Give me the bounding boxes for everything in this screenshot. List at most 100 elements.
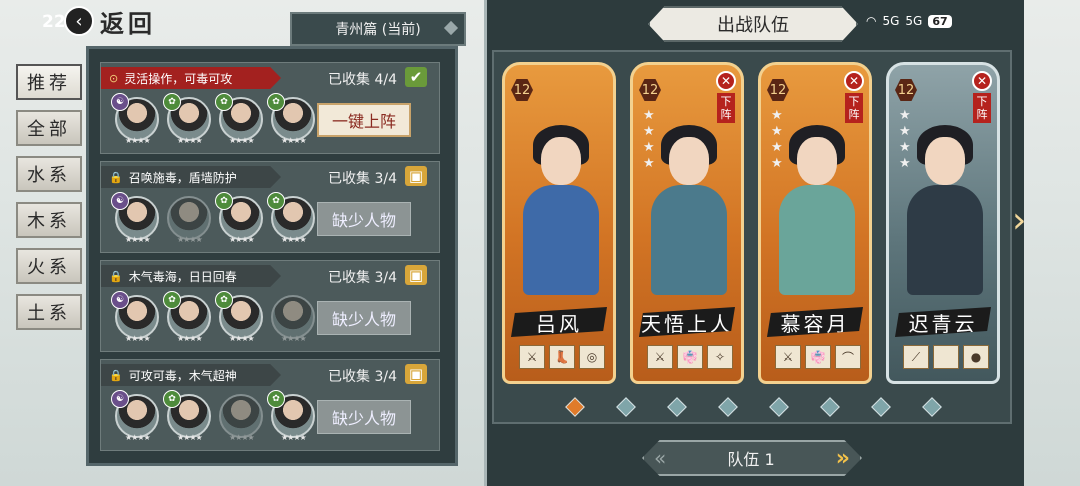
equipment-slot[interactable]: ●	[963, 345, 989, 369]
character-avatar[interactable]: ☯ ★★★★	[111, 291, 159, 343]
character-portrait	[643, 125, 735, 295]
combo-tag-text: 灵活操作，可毒可攻	[124, 71, 233, 86]
character-avatar[interactable]: ✿ ★★★★	[215, 93, 263, 145]
character-portrait	[515, 125, 607, 295]
avatar-stars: ★★★★	[177, 136, 203, 145]
tab-wood[interactable]: 木系	[16, 202, 82, 238]
tab-recommended[interactable]: 推荐	[16, 64, 82, 100]
missing-character-button[interactable]: 缺少人物	[317, 202, 411, 236]
avatar-stars: ★★★★	[229, 433, 255, 442]
signal-icon: 5G	[882, 14, 900, 28]
combo-tag-text: 召唤施毒，盾墙防护	[128, 170, 237, 185]
tab-label: 水系	[27, 165, 71, 186]
chapter-selector[interactable]: 青州篇 (当前)	[290, 12, 466, 46]
portrait-body	[651, 185, 727, 295]
missing-character-button[interactable]: 缺少人物	[317, 301, 411, 335]
next-team-icon[interactable]: »	[836, 446, 850, 471]
equipment-slot[interactable]: 👢	[549, 345, 575, 369]
character-avatar[interactable]: ✿ ★★★★	[215, 291, 263, 343]
collected-count: 已收集 4/4	[328, 72, 397, 88]
remove-member-button[interactable]: ✕ 下阵	[971, 71, 993, 133]
close-icon: ✕	[844, 71, 864, 91]
character-avatar[interactable]: ☯ ★★★★	[111, 390, 159, 442]
check-icon: ✔	[405, 67, 427, 87]
combo-card[interactable]: 🔒 可攻可毒，木气超神 已收集 3/4 ▣ ☯ ★★★★ ✿ ★★★★ ★★★★ ✿ ★★★★ 缺少人…	[100, 359, 440, 451]
avatar-stars: ★★★★	[177, 334, 203, 343]
equipment-slot[interactable]: 👘	[677, 345, 703, 369]
deploy-all-button[interactable]: 一键上阵	[317, 103, 411, 137]
combo-tag: 🔒 召唤施毒，盾墙防护	[101, 166, 281, 188]
yinyang-icon: ☯	[111, 390, 129, 408]
character-avatar[interactable]: ✿ ★★★★	[163, 93, 211, 145]
team-member-card[interactable]: 12 ★ ★ ★ ★ ✕ 下阵 迟青云 ⟋ ●	[886, 62, 1000, 384]
back-button[interactable]: ‹ 返回	[64, 3, 164, 39]
diamond-icon	[443, 20, 459, 36]
combo-card[interactable]: 🔒 召唤施毒，盾墙防护 已收集 3/4 ▣ ☯ ★★★★ ★★★★ ✿ ★★★★ ✿ ★★★★ 缺少人…	[100, 161, 440, 253]
equipment-slot[interactable]: ⚔	[519, 345, 545, 369]
tab-earth[interactable]: 土系	[16, 294, 82, 330]
portrait-face	[669, 137, 709, 185]
yinyang-icon: ☯	[111, 291, 129, 309]
equipment-slot[interactable]: ⚔	[647, 345, 673, 369]
character-avatar[interactable]: ★★★★	[219, 394, 263, 442]
tab-water[interactable]: 水系	[16, 156, 82, 192]
avatar-stars: ★★★★	[125, 334, 151, 343]
close-icon: ✕	[716, 71, 736, 91]
equipment-slot[interactable]: ✧	[707, 345, 733, 369]
character-avatar[interactable]: ☯ ★★★★	[111, 192, 159, 244]
tab-all[interactable]: 全部	[16, 110, 82, 146]
lock-icon: 🔒	[109, 368, 123, 382]
avatar-stars: ★★★★	[229, 136, 255, 145]
chest-icon: ▣	[405, 364, 427, 384]
equipment-slot[interactable]	[933, 345, 959, 369]
team-switcher: « 队伍 1 »	[642, 440, 862, 476]
character-avatar[interactable]: ✿ ★★★★	[163, 291, 211, 343]
character-avatar[interactable]: ✿ ★★★★	[267, 93, 315, 145]
portrait-body	[779, 185, 855, 295]
star-icon: ★	[643, 108, 655, 123]
avatar-stars: ★★★★	[281, 334, 307, 343]
character-avatar[interactable]: ★★★★	[167, 196, 211, 244]
equipment-slot[interactable]: ◎	[579, 345, 605, 369]
character-avatar[interactable]: ✿ ★★★★	[163, 390, 211, 442]
leaf-icon: ✿	[163, 291, 181, 309]
next-page-arrow-icon[interactable]: ›	[1012, 200, 1026, 241]
equipment-slot[interactable]: ⚔	[775, 345, 801, 369]
portrait-body	[907, 185, 983, 295]
level-badge: 12	[511, 79, 533, 101]
team-member-card[interactable]: 12 吕风 ⚔ 👢 ◎	[502, 62, 616, 384]
character-avatar[interactable]: ✿ ★★★★	[267, 192, 315, 244]
avatar-stars: ★★★★	[281, 433, 307, 442]
chest-icon: ▣	[405, 166, 427, 186]
equipment-slot[interactable]: 👘	[805, 345, 831, 369]
team-name: 队伍 1	[727, 450, 775, 469]
combo-tag: 🔒 可攻可毒，木气超神	[101, 364, 281, 386]
character-name: 天悟上人	[639, 307, 735, 337]
team-member-card[interactable]: 12 ★ ★ ★ ★ ✕ 下阵 慕容月 ⚔ 👘 ⌒	[758, 62, 872, 384]
equipment-slots: ⚔ 👘 ✧	[647, 345, 733, 369]
remove-member-button[interactable]: ✕ 下阵	[715, 71, 737, 133]
team-member-card[interactable]: 12 ★ ★ ★ ★ ✕ 下阵 天悟上人 ⚔ 👘 ✧	[630, 62, 744, 384]
combo-card[interactable]: ⊙ 灵活操作，可毒可攻 已收集 4/4 ✔ ☯ ★★★★ ✿ ★★★★ ✿ ★★★★ ✿ ★★★★ 一键…	[100, 62, 440, 154]
remove-label: 下阵	[973, 93, 991, 123]
leaf-icon: ✿	[163, 390, 181, 408]
remove-member-button[interactable]: ✕ 下阵	[843, 71, 865, 133]
character-name: 慕容月	[767, 307, 863, 337]
tab-label: 全部	[27, 119, 71, 140]
character-avatar[interactable]: ✿ ★★★★	[267, 390, 315, 442]
team-title: 出战队伍	[648, 6, 858, 42]
character-avatar[interactable]: ★★★★	[271, 295, 315, 343]
tab-fire[interactable]: 火系	[16, 248, 82, 284]
close-icon: ✕	[972, 71, 992, 91]
equipment-slot[interactable]: ⌒	[835, 345, 861, 369]
character-avatar[interactable]: ✿ ★★★★	[215, 192, 263, 244]
leaf-icon: ✿	[267, 93, 285, 111]
portrait-body	[523, 185, 599, 295]
equipment-slot[interactable]: ⟋	[903, 345, 929, 369]
character-name: 迟青云	[895, 307, 991, 337]
equipment-slots: ⚔ 👘 ⌒	[775, 345, 861, 369]
combo-card[interactable]: 🔒 木气毒海，日日回春 已收集 3/4 ▣ ☯ ★★★★ ✿ ★★★★ ✿ ★★★★ ★★★★ 缺少人…	[100, 260, 440, 352]
missing-character-button[interactable]: 缺少人物	[317, 400, 411, 434]
character-avatar[interactable]: ☯ ★★★★	[111, 93, 159, 145]
prev-team-icon[interactable]: «	[654, 446, 666, 470]
